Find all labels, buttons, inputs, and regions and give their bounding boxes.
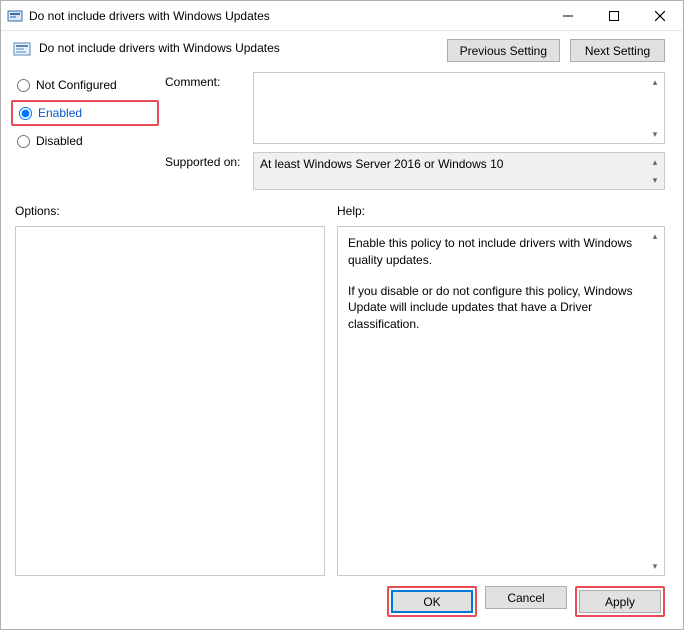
comment-field[interactable]: ▴ ▾ — [253, 72, 665, 144]
highlight-apply: Apply — [575, 586, 665, 617]
previous-setting-button[interactable]: Previous Setting — [447, 39, 560, 62]
comment-label: Comment: — [165, 72, 247, 89]
state-radios: Not Configured Enabled Disabled — [15, 72, 155, 190]
header: Do not include drivers with Windows Upda… — [1, 31, 683, 66]
radio-not-configured-label: Not Configured — [36, 78, 117, 92]
highlight-ok: OK — [387, 586, 477, 617]
policy-editor-window: Do not include drivers with Windows Upda… — [0, 0, 684, 630]
apply-button[interactable]: Apply — [579, 590, 661, 613]
maximize-button[interactable] — [591, 1, 637, 30]
scroll-down-icon: ▾ — [647, 558, 663, 574]
panels: Enable this policy to not include driver… — [1, 222, 683, 576]
policy-icon — [13, 40, 31, 58]
radio-disabled-label: Disabled — [36, 134, 83, 148]
scroll-up-icon: ▴ — [647, 228, 663, 244]
radio-disabled-input[interactable] — [17, 135, 30, 148]
titlebar: Do not include drivers with Windows Upda… — [1, 1, 683, 31]
minimize-button[interactable] — [545, 1, 591, 30]
highlight-enabled: Enabled — [11, 100, 159, 126]
radio-enabled-label: Enabled — [38, 106, 82, 120]
radio-enabled[interactable]: Enabled — [17, 104, 153, 122]
scroll-down-icon: ▾ — [647, 172, 663, 188]
supported-label: Supported on: — [165, 152, 247, 169]
scroll-up-icon: ▴ — [647, 154, 663, 170]
options-label: Options: — [15, 204, 337, 218]
help-label: Help: — [337, 204, 365, 218]
options-panel — [15, 226, 325, 576]
supported-field: At least Windows Server 2016 or Windows … — [253, 152, 665, 190]
window-title: Do not include drivers with Windows Upda… — [29, 9, 545, 23]
scroll-down-icon: ▾ — [647, 126, 663, 142]
close-button[interactable] — [637, 1, 683, 30]
supported-text: At least Windows Server 2016 or Windows … — [260, 157, 503, 171]
comment-scrollbar[interactable]: ▴ ▾ — [647, 74, 663, 142]
help-paragraph-2: If you disable or do not configure this … — [348, 283, 644, 333]
app-icon — [7, 8, 23, 24]
radio-not-configured-input[interactable] — [17, 79, 30, 92]
footer-buttons: OK Cancel Apply — [1, 576, 683, 629]
radio-disabled[interactable]: Disabled — [15, 132, 155, 150]
help-paragraph-1: Enable this policy to not include driver… — [348, 235, 644, 269]
policy-title: Do not include drivers with Windows Upda… — [39, 39, 447, 55]
help-panel: Enable this policy to not include driver… — [337, 226, 665, 576]
window-controls — [545, 1, 683, 30]
config-section: Not Configured Enabled Disabled Comment: — [1, 66, 683, 192]
next-setting-button[interactable]: Next Setting — [570, 39, 665, 62]
radio-not-configured[interactable]: Not Configured — [15, 76, 155, 94]
supported-scrollbar[interactable]: ▴ ▾ — [647, 154, 663, 188]
scroll-up-icon: ▴ — [647, 74, 663, 90]
cancel-button[interactable]: Cancel — [485, 586, 567, 609]
help-scrollbar[interactable]: ▴ ▾ — [647, 228, 663, 574]
ok-button[interactable]: OK — [391, 590, 473, 613]
section-labels: Options: Help: — [1, 192, 683, 222]
radio-enabled-input[interactable] — [19, 107, 32, 120]
